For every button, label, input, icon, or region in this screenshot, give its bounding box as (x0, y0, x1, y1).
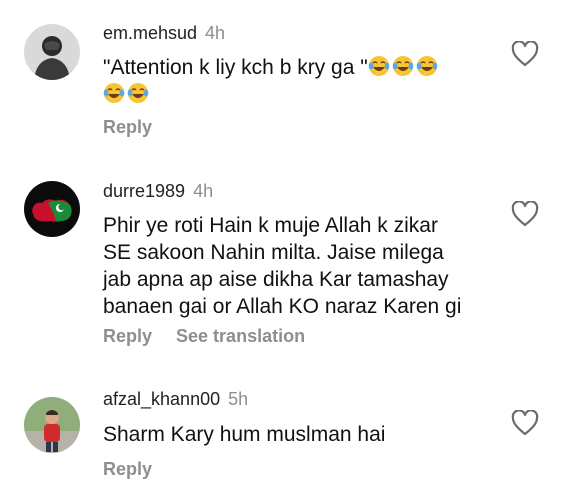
comment-text-line: SE sakoon Nahin milta. Jaise milega (103, 241, 444, 264)
face-with-tears-of-joy-icon (392, 55, 414, 77)
see-translation-button[interactable]: See translation (176, 326, 305, 346)
face-with-tears-of-joy-icon (416, 55, 438, 77)
username[interactable]: em.mehsud (103, 23, 197, 43)
comment-text-line: Sharm Kary hum muslman hai (103, 423, 386, 446)
comment-text-line: jab apna ap aise dikha Kar tamashay (103, 268, 449, 291)
comment-text: Sharm Kary hum muslman hai (103, 421, 483, 448)
heart-icon[interactable] (511, 410, 539, 436)
username[interactable]: durre1989 (103, 181, 185, 201)
comment-text-line: banaen gai or Allah KO naraz Karen gi (103, 295, 462, 318)
heart-icon[interactable] (511, 41, 539, 67)
avatar[interactable] (24, 24, 80, 80)
comment-text: Phir ye roti Hain k muje Allah k zikar S… (103, 212, 483, 320)
comment-text-line: Phir ye roti Hain k muje Allah k zikar (103, 214, 438, 237)
timestamp: 5h (228, 389, 249, 409)
timestamp: 4h (205, 23, 226, 43)
heart-icon[interactable] (511, 201, 539, 227)
reply-button[interactable]: Reply (103, 326, 152, 346)
reply-button[interactable]: Reply (103, 117, 152, 137)
comment-text: "Attention k liy kch b kry ga " (103, 54, 483, 108)
face-with-tears-of-joy-icon (103, 82, 125, 104)
avatar[interactable] (24, 397, 80, 453)
comment-text-line: "Attention k liy kch b kry ga " (103, 56, 368, 79)
face-with-tears-of-joy-icon (127, 82, 149, 104)
username[interactable]: afzal_khann00 (103, 389, 220, 409)
face-with-tears-of-joy-icon (368, 55, 390, 77)
reply-button[interactable]: Reply (103, 459, 152, 479)
timestamp: 4h (193, 181, 214, 201)
avatar[interactable] (24, 181, 80, 237)
